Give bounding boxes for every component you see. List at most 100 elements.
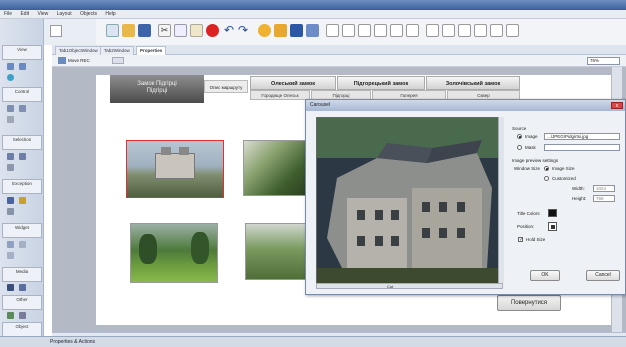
- nav-pidhirtsi-castle[interactable]: Підгорецький замок: [337, 76, 425, 90]
- align-top-icon[interactable]: [374, 24, 387, 37]
- video-icon[interactable]: [7, 284, 14, 291]
- align-middle-icon[interactable]: [390, 24, 403, 37]
- mask-radio[interactable]: [517, 145, 522, 150]
- open-folder-icon[interactable]: [122, 24, 135, 37]
- image-path-field[interactable]: ...\JPEG\Pidgirtsi.jpg: [544, 133, 620, 140]
- width-field[interactable]: 1024: [593, 185, 615, 192]
- view-globe-icon[interactable]: [7, 74, 14, 81]
- nav-sub-olesko[interactable]: Городище Олеськ: [250, 90, 310, 100]
- group-control[interactable]: Control: [2, 87, 42, 102]
- title-color-swatch[interactable]: [548, 209, 557, 217]
- hold-size-checkbox[interactable]: ✓: [518, 237, 523, 243]
- textbox-icon[interactable]: [7, 116, 14, 123]
- photo-castle-selected[interactable]: [126, 140, 224, 198]
- distribute-horizontal-icon[interactable]: [426, 24, 439, 37]
- radio-group-icon[interactable]: [7, 164, 14, 171]
- image-size-radio[interactable]: [544, 166, 549, 171]
- pointer-tool-icon[interactable]: [50, 25, 62, 37]
- photo-gardens-2[interactable]: [245, 223, 309, 280]
- mask-path-field[interactable]: [544, 144, 620, 151]
- new-file-icon[interactable]: [106, 24, 119, 37]
- cut-icon[interactable]: ✂: [158, 24, 171, 37]
- export-icon[interactable]: [290, 24, 303, 37]
- preview-icon[interactable]: [258, 24, 271, 37]
- customized-radio[interactable]: [544, 176, 549, 181]
- image-icon[interactable]: [19, 197, 26, 204]
- properties-actions-bar[interactable]: Properties & Actions: [0, 336, 626, 347]
- same-size-icon[interactable]: [490, 24, 503, 37]
- other-tool-icon[interactable]: [7, 312, 14, 319]
- window-titlebar: [0, 0, 626, 10]
- group-media[interactable]: Media: [2, 267, 42, 282]
- text-a-icon[interactable]: [7, 197, 14, 204]
- scroll-caption: Cut: [387, 284, 394, 289]
- position-picker-icon[interactable]: [548, 222, 557, 231]
- distribute-vertical-icon[interactable]: [442, 24, 455, 37]
- widget-tab-icon[interactable]: [19, 241, 26, 248]
- undo-icon[interactable]: ↶: [224, 24, 237, 37]
- button-icon[interactable]: [7, 105, 14, 112]
- grid-icon[interactable]: [506, 24, 519, 37]
- nav-zolochiv-castle[interactable]: Золочівський замок: [426, 76, 520, 90]
- menu-help[interactable]: Help: [105, 11, 115, 17]
- publish-icon[interactable]: [274, 24, 287, 37]
- frame-icon[interactable]: [7, 208, 14, 215]
- page-name[interactable]: Move REC: [68, 58, 90, 63]
- checkbox-icon[interactable]: [19, 105, 26, 112]
- align-center-icon[interactable]: [342, 24, 355, 37]
- insert-text-icon[interactable]: [306, 24, 319, 37]
- nav-olesko-castle[interactable]: Олеський замок: [250, 76, 336, 90]
- group-selection[interactable]: Selection: [2, 135, 42, 150]
- menu-layout[interactable]: Layout: [57, 11, 72, 17]
- page-dropdown-icon[interactable]: [112, 57, 124, 64]
- ok-button[interactable]: OK: [530, 270, 560, 281]
- return-button[interactable]: Повернутися: [497, 295, 561, 311]
- other-tool2-icon[interactable]: [19, 312, 26, 319]
- listbox-icon[interactable]: [7, 153, 14, 160]
- group-view[interactable]: View: [2, 45, 42, 60]
- tab-properties[interactable]: Properties: [136, 46, 167, 55]
- dialog-titlebar[interactable]: Carousel: [306, 100, 625, 111]
- paste-icon[interactable]: [190, 24, 203, 37]
- preview-vertical-scrollbar[interactable]: [498, 117, 504, 283]
- audio-icon[interactable]: [19, 284, 26, 291]
- zoom-select[interactable]: 76%: [587, 57, 620, 65]
- menu-objects[interactable]: Objects: [80, 11, 97, 17]
- menu-file[interactable]: File: [4, 11, 12, 17]
- dialog-close-button[interactable]: x: [611, 102, 623, 109]
- route-description-link[interactable]: Опис маршруту: [204, 80, 248, 93]
- site-title-banner: Замок Підгірці Підгірці: [110, 75, 204, 103]
- delete-icon[interactable]: [206, 24, 219, 37]
- group-object[interactable]: Object: [2, 322, 42, 337]
- copy-icon[interactable]: [174, 24, 187, 37]
- carousel-dialog: Carousel x Cut Source Image ...\JPEG\Pid…: [305, 99, 626, 295]
- widget-panel-icon[interactable]: [7, 252, 14, 259]
- menu-view[interactable]: View: [37, 11, 48, 17]
- photo-park-path[interactable]: [243, 140, 309, 196]
- site-title-line2: Підгірці: [146, 88, 168, 94]
- widget-slider-icon[interactable]: [7, 241, 14, 248]
- view-page-icon[interactable]: [19, 63, 26, 70]
- photo-garden-lawn[interactable]: [130, 223, 218, 283]
- same-height-icon[interactable]: [474, 24, 487, 37]
- tab-object-window[interactable]: Tab1ObjectWindow: [55, 46, 102, 55]
- align-bottom-icon[interactable]: [406, 24, 419, 37]
- group-other[interactable]: Other: [2, 295, 42, 310]
- group-widget[interactable]: Widget: [2, 223, 42, 238]
- combobox-icon[interactable]: [19, 153, 26, 160]
- group-exception[interactable]: Exception: [2, 179, 42, 194]
- same-width-icon[interactable]: [458, 24, 471, 37]
- view-grid-icon[interactable]: [7, 63, 14, 70]
- redo-icon[interactable]: ↷: [238, 24, 251, 37]
- align-right-icon[interactable]: [358, 24, 371, 37]
- image-radio[interactable]: [517, 134, 522, 139]
- align-left-icon[interactable]: [326, 24, 339, 37]
- cancel-button[interactable]: Cancel: [586, 270, 620, 281]
- tab-window[interactable]: Tab2Window: [100, 46, 134, 55]
- save-icon[interactable]: [138, 24, 151, 37]
- image-radio-label: Image: [525, 134, 538, 139]
- menu-edit[interactable]: Edit: [20, 11, 29, 17]
- preview-horizontal-scrollbar[interactable]: Cut: [316, 283, 503, 289]
- height-field[interactable]: 768: [593, 195, 615, 202]
- image-size-label: Image Size: [552, 166, 575, 171]
